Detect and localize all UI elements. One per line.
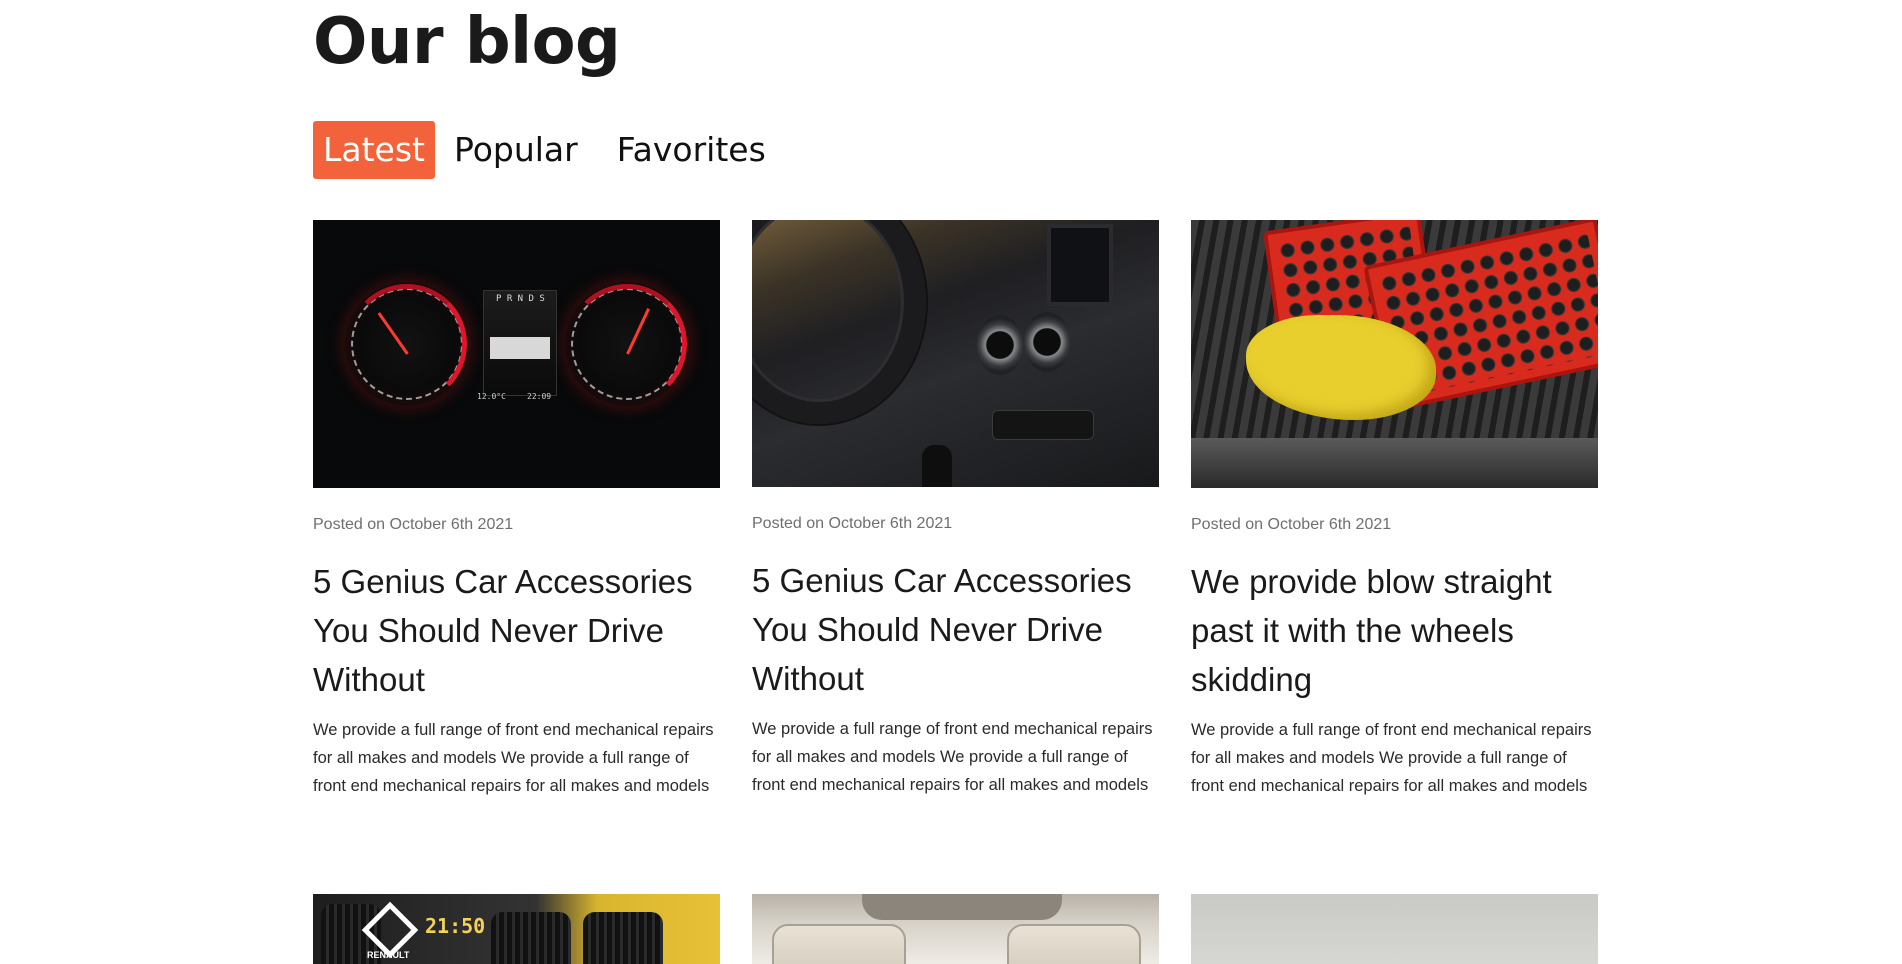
blog-card[interactable]: Posted on October 6th 2021 5 Genius Car … — [752, 220, 1159, 794]
gear-indicator: P R N D S — [496, 294, 545, 304]
blog-card[interactable]: Posted on October 6th 2021 We provide bl… — [1191, 220, 1598, 795]
blog-tabs: Latest Popular Favorites — [313, 121, 787, 179]
socket-set-photo[interactable] — [1191, 220, 1598, 488]
tab-popular[interactable]: Popular — [444, 121, 588, 179]
time-readout: 22:09 — [527, 392, 552, 401]
blog-card[interactable]: P R N D S 12.0°C 22:09 Posted on October… — [313, 220, 720, 795]
blog-card[interactable] — [1191, 894, 1598, 964]
blog-card[interactable] — [752, 894, 1159, 964]
climate-controls — [992, 410, 1094, 440]
post-excerpt: We provide a full range of front end mec… — [1191, 721, 1592, 795]
post-title[interactable]: 5 Genius Car Accessories You Should Neve… — [752, 556, 1159, 703]
page-title: Our blog — [313, 5, 621, 79]
sunroof — [862, 894, 1062, 920]
garage-tires-photo[interactable]: RENAULT 21:50 — [313, 894, 720, 964]
temp-readout: 12.0°C — [477, 392, 506, 401]
post-date: Posted on October 6th 2021 — [313, 516, 514, 533]
post-title[interactable]: 5 Genius Car Accessories You Should Neve… — [313, 557, 720, 704]
steering-wheel — [752, 220, 926, 424]
tab-favorites[interactable]: Favorites — [607, 121, 776, 179]
post-excerpt: We provide a full range of front end mec… — [752, 720, 1153, 794]
car-interior-photo[interactable] — [752, 220, 1159, 487]
post-title[interactable]: We provide blow straight past it with th… — [1191, 557, 1598, 704]
center-display — [483, 290, 557, 396]
speedometer-dashboard-photo[interactable]: P R N D S 12.0°C 22:09 — [313, 220, 720, 488]
plain-photo[interactable] — [1191, 894, 1598, 964]
yellow-cloth — [1246, 315, 1436, 420]
post-excerpt: We provide a full range of front end mec… — [313, 721, 714, 795]
gear-shifter — [922, 445, 952, 487]
car-seats-photo[interactable] — [752, 894, 1159, 964]
blog-card[interactable]: RENAULT 21:50 — [313, 894, 720, 964]
post-date: Posted on October 6th 2021 — [1191, 516, 1392, 533]
infotainment-screen — [1047, 224, 1113, 306]
post-date: Posted on October 6th 2021 — [752, 515, 953, 532]
wall-clock: 21:50 — [425, 914, 486, 938]
tab-latest[interactable]: Latest — [313, 121, 435, 179]
